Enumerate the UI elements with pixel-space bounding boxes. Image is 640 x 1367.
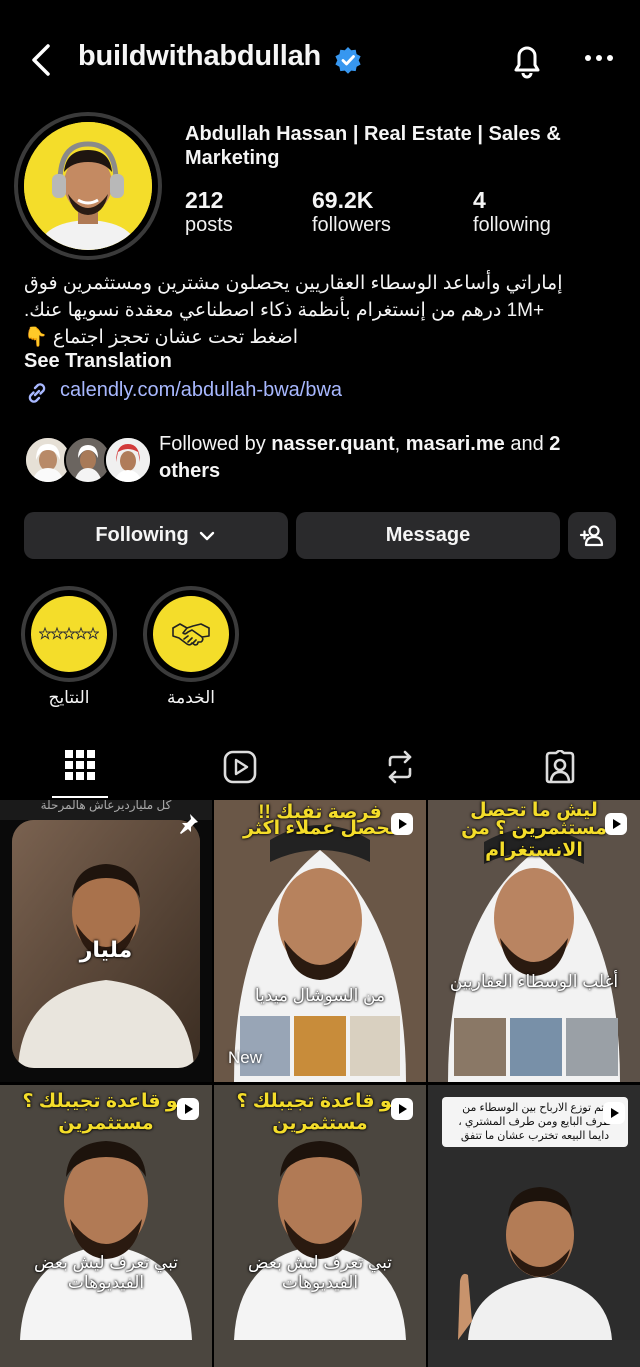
active-tab-indicator [52, 796, 108, 798]
followed-by-prefix: Followed by [159, 433, 272, 455]
message-button-label: Message [385, 524, 471, 546]
grid-post[interactable]: مو قاعدة تجيبلك ؟ مستثمرين تبي تعرف ليش … [0, 1085, 212, 1367]
bio-line: +1M درهم من إنستغرام بأنظمة ذكاء اصطناعي… [24, 300, 545, 321]
profile-bio: إماراتي وأساعد الوسطاء العقاريين يحصلون … [24, 270, 614, 351]
handshake-icon [172, 623, 210, 646]
new-badge: New [228, 1048, 263, 1067]
following-button[interactable]: Following [24, 512, 288, 559]
post-comment-bubble: يتم توزع الارباح بين الوسطاء من طرف البا… [442, 1097, 628, 1147]
following-count[interactable]: 4 following [473, 187, 551, 237]
pin-icon [180, 814, 198, 834]
message-button[interactable]: Message [296, 512, 560, 559]
following-button-label: Following [95, 524, 189, 546]
posts-count[interactable]: 212 posts [185, 187, 233, 237]
mutual-follower-avatar [104, 436, 152, 484]
profile-website-link[interactable]: calendly.com/abdullah-bwa/bwa [60, 379, 342, 402]
reel-icon [177, 1098, 199, 1120]
profile-tabs [0, 740, 640, 800]
post-subtitle: من السوشال ميديا [254, 986, 386, 1005]
followed-by-and: and [504, 433, 550, 455]
post-subtitle: تبي تعرف ليش بعض الفيديوهات [34, 1253, 178, 1292]
grid-post[interactable]: يتم توزع الارباح بين الوسطاء من طرف البا… [428, 1085, 640, 1367]
suggested-users-button[interactable] [568, 512, 616, 559]
grid-post[interactable]: مو قاعدة تجيبلك ؟ مستثمرين تبي تعرف ليش … [214, 1085, 426, 1367]
profile-username: buildwithabdullah [78, 40, 322, 72]
add-person-icon [579, 524, 604, 546]
highlight-label: الخدمة [166, 688, 216, 707]
grid-post[interactable]: ليش ما تحصل مستثمرين ؟ من الانستغرام أغل… [428, 800, 640, 1082]
post-subtitle: تبي تعرف ليش بعض الفيديوهات [248, 1253, 392, 1292]
profile-avatar[interactable] [24, 122, 152, 250]
mutual-followers-avatars[interactable] [24, 436, 152, 484]
see-translation-link[interactable]: See Translation [24, 350, 172, 373]
notification-bell-icon[interactable] [508, 40, 546, 80]
posts-count-value: 212 [185, 187, 224, 213]
reposts-icon[interactable] [384, 750, 416, 784]
post-subtitle: أغلب الوسطاء العقاريين [449, 972, 619, 991]
verified-badge-icon [335, 47, 361, 74]
posts-count-label: posts [185, 214, 233, 236]
reels-icon[interactable] [223, 750, 257, 784]
highlight-results[interactable] [21, 586, 117, 682]
post-overlay-text: مليار [79, 937, 133, 962]
more-options-icon[interactable] [584, 48, 614, 68]
stars-icon [39, 626, 99, 640]
profile-full-name: Abdullah Hassan | Real Estate | Sales & … [185, 123, 561, 169]
reel-icon [391, 813, 413, 835]
reel-icon [391, 1098, 413, 1120]
mutual-follower-name: masari.me [405, 433, 505, 455]
highlight-service[interactable] [143, 586, 239, 682]
chevron-down-icon [199, 531, 214, 540]
tagged-icon[interactable] [543, 750, 577, 784]
back-arrow-icon[interactable] [28, 42, 58, 78]
bio-line: اضغط تحت عشان تحجز اجتماع 👇 [24, 327, 299, 348]
followers-count[interactable]: 69.2K followers [312, 187, 391, 237]
following-count-value: 4 [473, 187, 486, 213]
highlight-label: النتايج [48, 688, 90, 707]
grid-post[interactable]: فرصة تفيك !! تحصل عملاء اكثر من السوشال … [214, 800, 426, 1082]
reel-icon [605, 813, 627, 835]
profile-photo [24, 122, 152, 250]
grid-icon[interactable] [65, 750, 95, 780]
following-count-label: following [473, 214, 551, 236]
reel-icon [603, 1102, 625, 1124]
grid-post[interactable]: كل مليارديرعاش هالمرحلة مليار [0, 800, 212, 1082]
bio-line: إماراتي وأساعد الوسطاء العقاريين يحصلون … [24, 273, 563, 294]
mutual-follower-name: nasser.quant [271, 433, 395, 455]
followers-count-value: 69.2K [312, 187, 374, 213]
followers-count-label: followers [312, 214, 391, 236]
post-video-frame: مليار [12, 820, 200, 1068]
followed-by-separator: , [394, 433, 406, 455]
followed-by-text[interactable]: Followed by nasser.quant, masari.me and … [159, 431, 619, 485]
link-icon [28, 383, 46, 403]
